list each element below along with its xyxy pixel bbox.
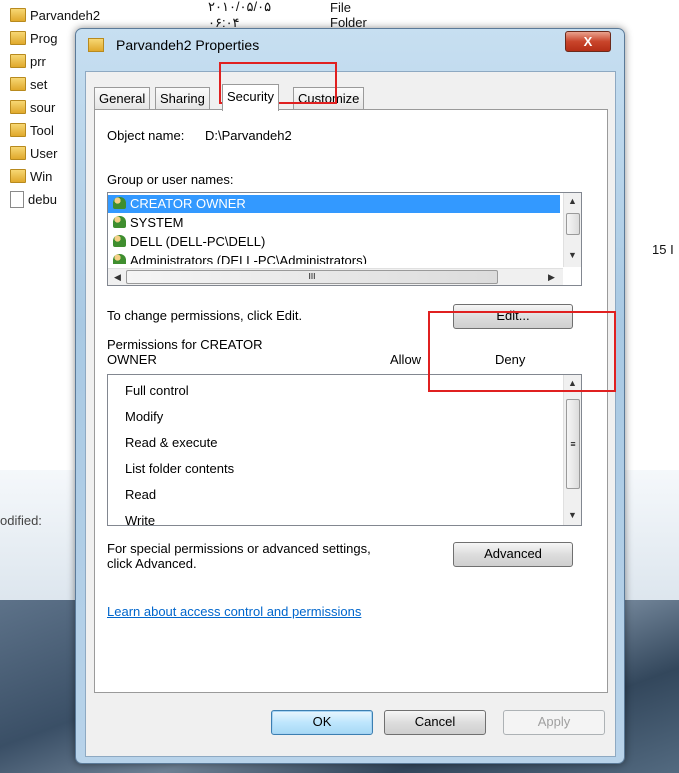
scroll-thumb[interactable]: ≡ [566,399,580,489]
ok-button[interactable]: OK [271,710,373,735]
edit-button[interactable]: Edit... [453,304,573,329]
tab-sharing[interactable]: Sharing [155,87,210,110]
apply-button[interactable]: Apply [503,710,605,735]
permissions-vscrollbar[interactable]: ▲ ≡ ▼ [563,375,581,525]
file-name: sour [30,99,56,115]
allow-column-header: Allow [390,352,422,367]
file-row[interactable]: prr [10,50,46,72]
title-bar[interactable]: Parvandeh2 Properties X [76,29,624,61]
scroll-thumb[interactable]: III [126,270,498,284]
dialog-client-area: General Sharing Security Customize Objec… [85,71,616,757]
change-permissions-text: To change permissions, click Edit. [107,308,303,323]
file-type: File Folder [330,0,367,30]
permissions-list[interactable]: Full control Modify Read & execute List … [107,374,582,526]
tab-security[interactable]: Security [222,84,279,111]
file-row[interactable]: sour [10,96,55,118]
list-item-administrators[interactable]: Administrators (DELL-PC\Administrators) [108,252,560,264]
file-row[interactable]: set [10,73,47,95]
permission-read: Read [125,487,157,502]
properties-dialog: Parvandeh2 Properties X General Sharing … [75,28,625,764]
permission-read-execute: Read & execute [125,435,218,450]
file-row-parvandeh2[interactable]: Parvandeh2 ۲۰۱۰/۰۵/۰۵ ۰۶:۰۴ File Folder [10,0,367,30]
list-item-system[interactable]: SYSTEM [108,214,560,232]
scroll-up-icon[interactable]: ▲ [565,375,580,391]
learn-access-control-link[interactable]: Learn about access control and permissio… [107,604,361,619]
file-row[interactable]: debu [10,188,57,210]
permission-list-folder-contents: List folder contents [125,461,235,476]
folder-icon [10,123,26,137]
file-name: Tool [30,122,54,138]
folder-icon [10,77,26,91]
close-button[interactable]: X [565,31,611,52]
file-date: ۲۰۱۰/۰۵/۰۵ ۰۶:۰۴ [208,0,272,30]
user-list-hscrollbar[interactable]: ◀ III ▶ [108,268,563,285]
tab-general[interactable]: General [94,87,151,110]
file-name: User [30,145,58,161]
folder-icon [10,54,26,68]
file-name: prr [30,53,46,69]
file-row[interactable]: Tool [10,119,54,141]
permission-modify: Modify [125,409,164,424]
file-name: debu [28,191,57,207]
scroll-up-icon[interactable]: ▲ [565,193,580,209]
file-row[interactable]: User [10,142,57,164]
object-name-value: D:\Parvandeh2 [205,128,292,143]
folder-icon [10,169,26,183]
object-name-label: Object name: [107,128,185,143]
list-item-label: SYSTEM [130,215,184,230]
user-icon [113,235,126,247]
special-permissions-text-line1: For special permissions or advanced sett… [107,541,371,556]
list-item-label: Administrators (DELL-PC\Administrators) [130,253,367,264]
users-group-icon [113,254,126,264]
file-icon [10,190,24,208]
users-group-icon [113,197,126,209]
folder-icon [88,38,104,52]
file-name: set [30,76,48,92]
permissions-for-label-line1: Permissions for CREATOR [107,337,263,352]
file-size: 15 I [652,242,674,257]
scroll-right-icon[interactable]: ▶ [544,269,559,285]
cancel-button[interactable]: Cancel [384,710,486,735]
file-row[interactable]: Win [10,165,52,187]
file-name: Win [30,168,53,184]
list-item-label: DELL (DELL-PC\DELL) [130,234,266,249]
permission-full-control: Full control [125,383,189,398]
scroll-left-icon[interactable]: ◀ [110,269,125,285]
advanced-button[interactable]: Advanced [453,542,573,567]
dialog-title: Parvandeh2 Properties [116,37,260,53]
list-item-dell[interactable]: DELL (DELL-PC\DELL) [108,233,560,251]
group-names-label: Group or user names: [107,172,234,187]
list-item-creator-owner[interactable]: CREATOR OWNER [108,195,560,213]
folder-icon [10,146,26,160]
file-row[interactable]: Prog [10,27,57,49]
scroll-down-icon[interactable]: ▼ [565,247,580,263]
user-list-vscrollbar[interactable]: ▲ ▼ [563,193,581,267]
tab-customize[interactable]: Customize [293,87,365,110]
folder-icon [10,100,26,114]
users-group-icon [113,216,126,228]
special-permissions-text-line2: click Advanced. [107,556,197,571]
scroll-thumb[interactable] [566,213,580,235]
permission-write: Write [125,513,156,526]
permissions-for-label-line2: OWNER [107,352,157,367]
modified-label: odified: [0,513,42,528]
security-tab-panel: Object name: D:\Parvandeh2 Group or user… [94,109,608,693]
deny-column-header: Deny [495,352,526,367]
scroll-down-icon[interactable]: ▼ [565,507,580,523]
user-list[interactable]: CREATOR OWNER SYSTEM DELL (DELL-PC\DELL)… [107,192,582,286]
folder-icon [10,8,26,22]
folder-icon [10,31,26,45]
file-name: Prog [30,30,58,46]
list-item-label: CREATOR OWNER [130,196,246,211]
file-name: Parvandeh2 [30,7,101,23]
